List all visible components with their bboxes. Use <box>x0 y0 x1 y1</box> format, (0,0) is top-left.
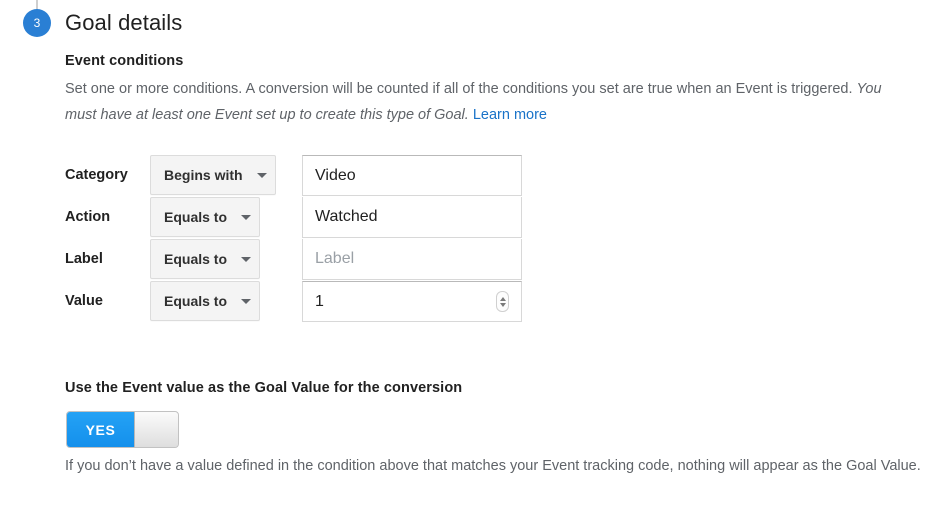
spinner-icon[interactable] <box>496 291 509 312</box>
goal-value-note: If you don’t have a value defined in the… <box>65 458 921 474</box>
chevron-down-icon <box>241 214 252 220</box>
match-type-value-category: Begins with <box>164 167 243 183</box>
event-conditions-description: Set one or more conditions. A conversion… <box>65 76 905 128</box>
condition-value-text-value: 1 <box>315 292 324 310</box>
step-number-badge: 3 <box>23 9 51 37</box>
match-type-select-category[interactable]: Begins with <box>150 155 276 195</box>
condition-label-action: Action <box>65 209 111 225</box>
toggle-knob[interactable] <box>134 412 178 447</box>
chevron-down-icon <box>241 256 252 262</box>
condition-value-input-action[interactable]: Watched <box>302 197 522 238</box>
condition-value-input-category[interactable]: Video <box>302 155 522 196</box>
condition-value-input-value[interactable]: 1 <box>302 281 522 322</box>
match-type-value-value: Equals to <box>164 293 228 309</box>
chevron-down-icon <box>256 172 267 178</box>
toggle-on-label: YES <box>67 412 134 447</box>
event-conditions-heading: Event conditions <box>65 53 184 69</box>
learn-more-link[interactable]: Learn more <box>473 107 547 123</box>
spinner-up-arrow[interactable] <box>499 296 506 301</box>
condition-label-value: Value <box>65 293 103 309</box>
page-title: Goal details <box>65 10 183 35</box>
step-header: 3 Goal details <box>0 0 942 46</box>
condition-label-label: Label <box>65 251 103 267</box>
condition-value-input-label[interactable]: Label <box>302 239 522 280</box>
use-event-value-toggle[interactable]: YES <box>66 411 179 448</box>
match-type-select-action[interactable]: Equals to <box>150 197 260 237</box>
match-type-value-label: Equals to <box>164 251 228 267</box>
description-text: Set one or more conditions. A conversion… <box>65 81 857 97</box>
match-type-select-value[interactable]: Equals to <box>150 281 260 321</box>
match-type-value-action: Equals to <box>164 209 228 225</box>
spinner-down-arrow[interactable] <box>499 302 506 307</box>
goal-value-heading: Use the Event value as the Goal Value fo… <box>65 380 463 396</box>
condition-label-category: Category <box>65 167 128 183</box>
chevron-down-icon <box>241 298 252 304</box>
match-type-select-label[interactable]: Equals to <box>150 239 260 279</box>
